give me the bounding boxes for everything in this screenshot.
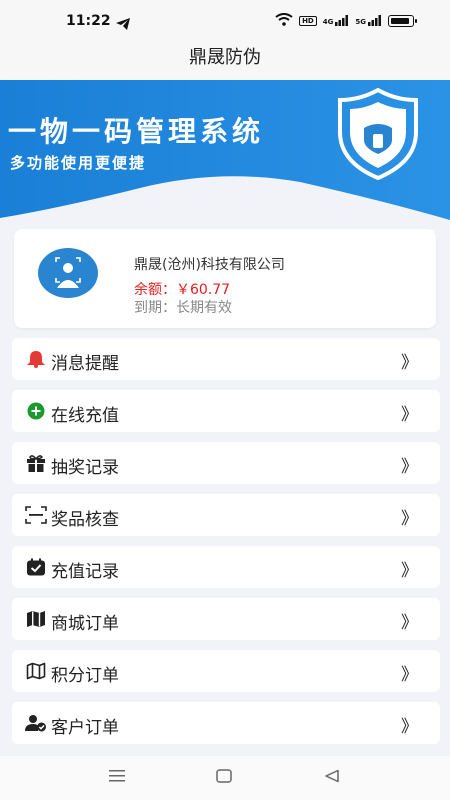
menu-label: 积分订单 [51,666,119,686]
chevron-right-icon: 》 [401,613,418,633]
wifi-icon [275,13,293,28]
menu-item-prize-check[interactable]: 奖品核查 》 [12,494,440,536]
network-5g-label: 5G [355,18,366,26]
chevron-right-icon: 》 [401,405,418,425]
status-icons: HD 4G 5G [275,13,417,28]
menu-icon[interactable] [108,768,126,787]
signal-4g-icon: 4G [323,15,350,26]
user-scan-icon [55,257,81,288]
menu-label: 客户订单 [51,718,119,738]
profile-card: 鼎晟(沧州)科技有限公司 余额：￥60.77 到期：长期有效 [14,229,436,328]
expire: 到期：长期有效 [134,297,232,317]
chevron-right-icon: 》 [401,353,418,373]
balance-label: 余额： [134,282,176,298]
menu-label: 商城订单 [51,614,119,634]
page-title: 鼎晟防伪 [0,40,450,80]
menu-item-messages[interactable]: 消息提醒 》 [12,338,440,380]
telegram-icon [116,15,130,34]
system-nav-bar [0,756,450,800]
map-icon [25,609,47,629]
chevron-right-icon: 》 [401,561,418,581]
plus-circle-icon [25,401,47,421]
company-name: 鼎晟(沧州)科技有限公司 [134,257,285,273]
menu-label: 充值记录 [51,562,119,582]
banner-title: 一物一码管理系统 [8,115,265,148]
hd-badge: HD [299,15,317,26]
home-icon[interactable] [216,768,232,787]
menu-label: 在线充值 [51,406,119,426]
chevron-right-icon: 》 [401,717,418,737]
menu-item-lottery-records[interactable]: 抽奖记录 》 [12,442,440,484]
menu-label: 消息提醒 [51,354,119,374]
back-icon[interactable] [324,768,340,787]
network-4g-label: 4G [322,18,334,26]
balance: 余额：￥60.77 [134,279,230,299]
scan-icon [25,505,47,525]
menu-label: 奖品核查 [51,510,119,530]
avatar [38,248,98,298]
chevron-right-icon: 》 [401,665,418,685]
battery-icon [388,14,417,27]
status-time: 11:22 [66,13,111,29]
menu-item-mall-orders[interactable]: 商城订单 》 [12,598,440,640]
menu-list: 消息提醒 》 在线充值 》 抽奖记录 》 奖品核查 》 充值记录 》 商城订单 [12,338,440,754]
chevron-right-icon: 》 [401,509,418,529]
bell-icon [25,349,47,369]
expire-label: 到期： [134,300,176,316]
menu-label: 抽奖记录 [51,458,119,478]
signal-5g-icon: 5G [355,15,382,26]
status-bar: 11:22 HD 4G 5G [0,0,450,40]
chevron-right-icon: 》 [401,457,418,477]
menu-item-recharge-records[interactable]: 充值记录 》 [12,546,440,588]
map-outline-icon [25,661,47,681]
user-check-icon [25,713,47,733]
calendar-check-icon [25,557,47,577]
gift-icon [25,453,47,473]
menu-item-customer-orders[interactable]: 客户订单 》 [12,702,440,744]
banner: 一物一码管理系统 多功能使用更便捷 [0,80,450,230]
menu-item-recharge[interactable]: 在线充值 》 [12,390,440,432]
banner-subtitle: 多功能使用更便捷 [10,154,147,172]
expire-value: 长期有效 [176,300,232,316]
menu-item-points-orders[interactable]: 积分订单 》 [12,650,440,692]
balance-value: ￥60.77 [176,282,231,298]
shield-icon [338,88,418,180]
